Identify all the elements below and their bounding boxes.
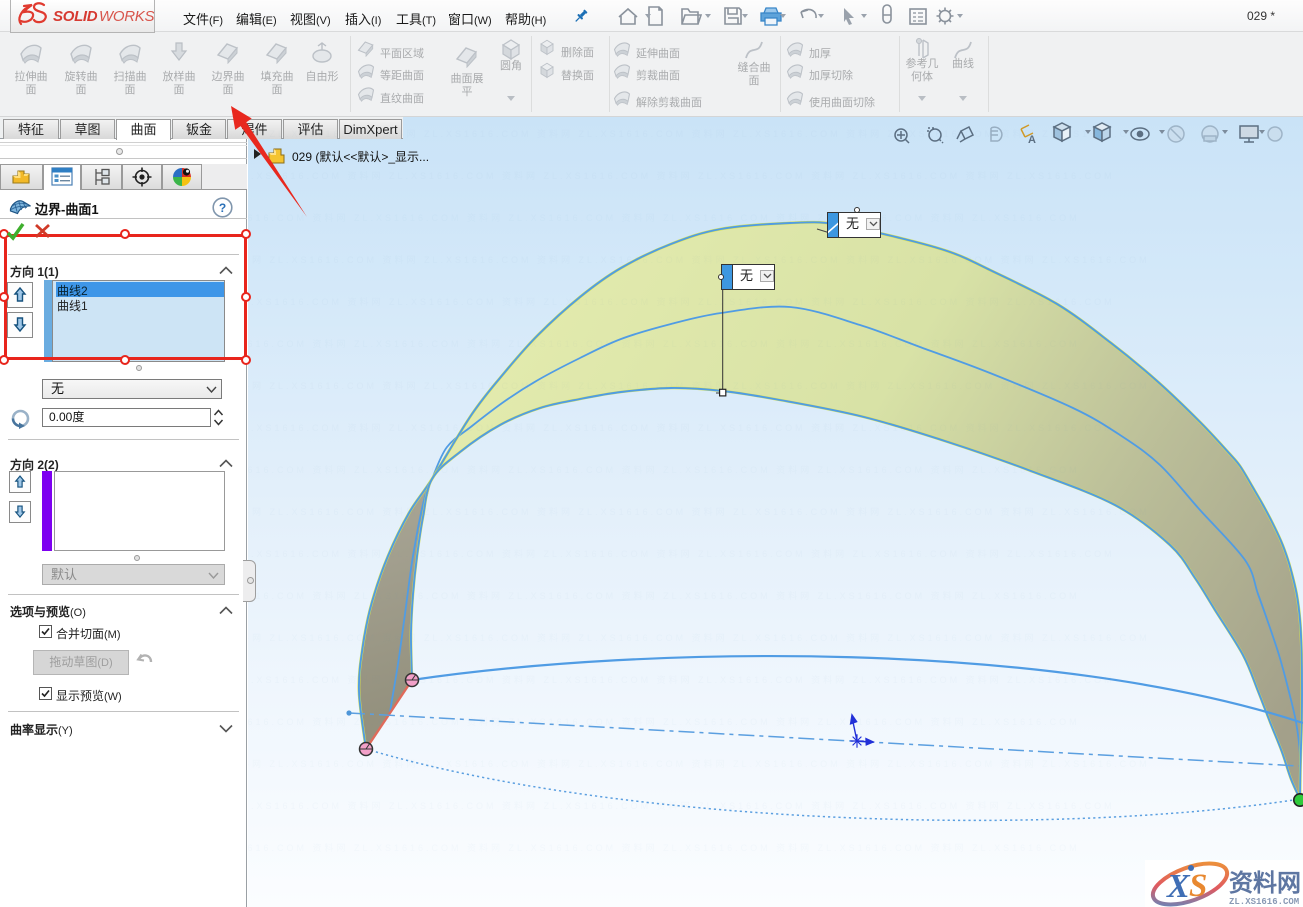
svg-text:ZL.XS1616.COM: ZL.XS1616.COM [1229,897,1299,907]
svg-text:WORKS: WORKS [99,8,154,25]
svg-text:S: S [1189,868,1207,904]
svg-text:SOLID: SOLID [53,8,98,25]
svg-text:A: A [1028,134,1036,146]
svg-text:资料网: 资料网 [1229,870,1301,897]
svg-text:X: X [1166,868,1191,905]
